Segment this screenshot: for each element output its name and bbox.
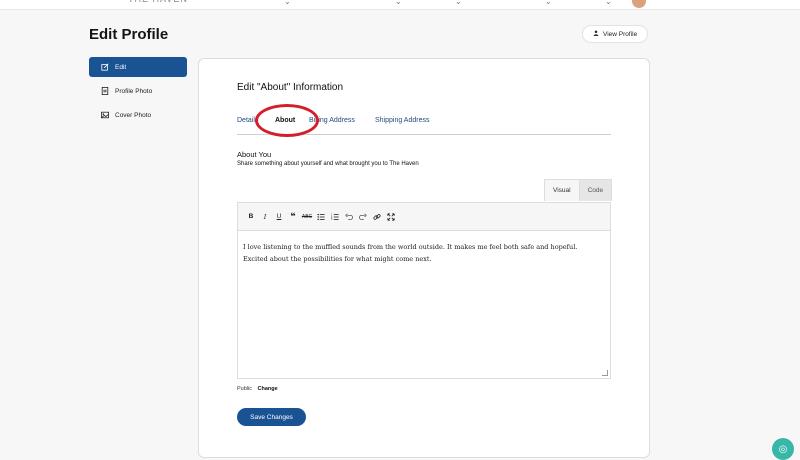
sidebar-item-label: Edit xyxy=(115,63,127,71)
help-icon: ◎ xyxy=(778,443,788,455)
site-name[interactable]: THE HAVEN xyxy=(128,0,188,4)
strikethrough-icon[interactable]: ABC xyxy=(300,210,314,224)
menu-icon[interactable]: ⌄ xyxy=(455,0,462,6)
about-tab-highlight-annotation xyxy=(255,104,319,137)
privacy-change-link[interactable]: Change xyxy=(258,386,278,392)
bullet-list-icon[interactable] xyxy=(314,210,328,224)
blockquote-icon[interactable]: ❝ xyxy=(286,210,300,224)
sidebar-item-label: Cover Photo xyxy=(115,111,152,119)
cover-photo-icon xyxy=(100,111,109,120)
tab-code[interactable]: Code xyxy=(579,179,613,201)
settings-icon[interactable]: ⌄ xyxy=(605,0,612,6)
edit-icon xyxy=(100,63,109,72)
avatar[interactable] xyxy=(632,0,646,8)
bold-icon[interactable]: B xyxy=(244,210,258,224)
privacy-value: Public xyxy=(237,386,252,392)
profile-photo-icon xyxy=(100,87,109,96)
numbered-list-icon[interactable]: 123 xyxy=(328,210,342,224)
card-title: Edit "About" Information xyxy=(237,82,344,93)
page-title: Edit Profile xyxy=(89,26,169,43)
resize-handle-icon[interactable] xyxy=(602,370,608,376)
editor-content[interactable]: I love listening to the muffled sounds f… xyxy=(238,231,610,275)
sidebar-item-label: Profile Photo xyxy=(115,87,153,95)
editor-text-line: Excited about the possibilities for what… xyxy=(243,255,432,263)
profile-sidebar: Edit Profile Photo Cover Photo xyxy=(89,57,187,129)
redo-icon[interactable] xyxy=(356,210,370,224)
about-edit-card: Edit "About" Information Details About B… xyxy=(198,58,650,458)
privacy-setting: Public Change xyxy=(237,386,278,392)
sidebar-item-cover-photo[interactable]: Cover Photo xyxy=(89,105,187,125)
top-bar: THE HAVEN ⌄ ⌄ ⌄ ⌄ ⌄ xyxy=(0,0,800,10)
tab-visual[interactable]: Visual xyxy=(544,179,580,201)
menu-icon[interactable]: ⌄ xyxy=(284,0,291,6)
about-editor[interactable]: B I U ❝ ABC 123 I love listening to the … xyxy=(237,202,611,379)
cart-icon[interactable]: ⌄ xyxy=(545,0,552,6)
undo-icon[interactable] xyxy=(342,210,356,224)
view-profile-label: View Profile xyxy=(603,30,638,38)
editor-text-line: I love listening to the muffled sounds f… xyxy=(243,243,578,251)
link-icon[interactable] xyxy=(370,210,384,224)
sidebar-item-profile-photo[interactable]: Profile Photo xyxy=(89,81,187,101)
sidebar-item-edit[interactable]: Edit xyxy=(89,57,187,77)
editor-toolbar: B I U ❝ ABC 123 xyxy=(238,203,610,231)
view-profile-button[interactable]: View Profile xyxy=(582,25,649,43)
tab-shipping-address[interactable]: Shipping Address xyxy=(375,117,429,124)
italic-icon[interactable]: I xyxy=(258,210,272,224)
about-you-hint: Share something about yourself and what … xyxy=(237,161,419,167)
about-you-label: About You xyxy=(237,150,272,159)
underline-icon[interactable]: U xyxy=(272,210,286,224)
menu-icon[interactable]: ⌄ xyxy=(395,0,402,6)
save-changes-button[interactable]: Save Changes xyxy=(237,408,306,426)
editor-mode-tabs: Visual Code xyxy=(544,179,613,201)
help-chat-button[interactable]: ◎ xyxy=(772,438,794,460)
fullscreen-icon[interactable] xyxy=(384,210,398,224)
svg-text:3: 3 xyxy=(331,218,333,221)
user-icon xyxy=(593,30,599,38)
